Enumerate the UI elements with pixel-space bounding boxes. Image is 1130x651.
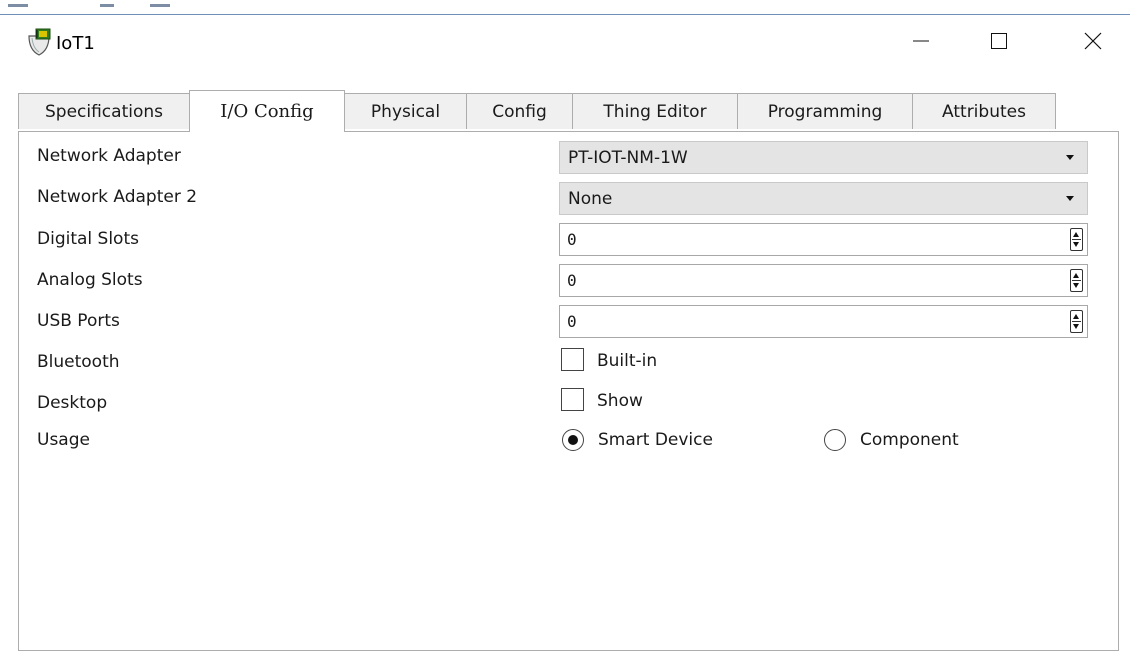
tab-label: Physical: [370, 101, 441, 122]
usb-ports-input[interactable]: [560, 306, 1057, 337]
desktop-label: Desktop: [37, 393, 108, 413]
analog-slots-spinbox: [559, 264, 1088, 297]
spinner-arrows-icon[interactable]: [1070, 269, 1083, 292]
usage-smart-device-label: Smart Device: [598, 430, 713, 450]
tab-label: Thing Editor: [603, 101, 707, 122]
analog-slots-label: Analog Slots: [37, 270, 143, 290]
tab-io-config[interactable]: I/O Config: [189, 90, 345, 132]
close-button[interactable]: [1070, 23, 1116, 63]
spinner-arrows-icon[interactable]: [1070, 228, 1083, 251]
tab-thing-editor[interactable]: Thing Editor: [572, 93, 738, 129]
digital-slots-label: Digital Slots: [37, 229, 139, 249]
tab-strip: Specifications I/O Config Physical Confi…: [18, 90, 1108, 132]
close-icon: [1083, 31, 1103, 56]
tab-label: I/O Config: [220, 101, 314, 122]
network-adapter-value: PT-IOT-NM-1W: [568, 147, 688, 168]
maximize-icon: [989, 31, 1009, 56]
tab-label: Programming: [767, 101, 883, 122]
analog-slots-input[interactable]: [560, 265, 1057, 296]
tab-label: Config: [492, 101, 547, 122]
tab-label: Specifications: [44, 101, 163, 122]
bluetooth-option-label: Built-in: [597, 351, 658, 371]
maximize-button[interactable]: [976, 23, 1022, 63]
spinner-arrows-icon[interactable]: [1070, 310, 1083, 333]
network-adapter-2-label: Network Adapter 2: [37, 187, 198, 207]
digital-slots-input[interactable]: [560, 224, 1057, 255]
network-adapter-label: Network Adapter: [37, 146, 181, 166]
top-edge-fragment: [150, 4, 170, 7]
title-bar[interactable]: IoT1: [0, 15, 1130, 73]
digital-slots-spinbox: [559, 223, 1088, 256]
network-adapter-2-select[interactable]: None: [559, 182, 1088, 215]
usage-smart-device-radio[interactable]: [562, 429, 584, 451]
desktop-option-label: Show: [597, 391, 643, 411]
tab-attributes[interactable]: Attributes: [912, 93, 1056, 129]
usb-ports-spinbox: [559, 305, 1088, 338]
chevron-down-icon: [1066, 196, 1074, 201]
minimize-button[interactable]: [898, 23, 944, 63]
tab-specifications[interactable]: Specifications: [18, 93, 190, 129]
bluetooth-builtin-checkbox[interactable]: [561, 348, 584, 371]
network-adapter-2-value: None: [568, 188, 613, 209]
network-adapter-select[interactable]: PT-IOT-NM-1W: [559, 141, 1088, 174]
tab-programming[interactable]: Programming: [737, 93, 913, 129]
radio-selected-dot: [568, 435, 578, 445]
usb-ports-label: USB Ports: [37, 311, 120, 331]
top-edge-fragment: [8, 4, 28, 7]
iot-device-icon: [26, 28, 52, 58]
chevron-down-icon: [1066, 155, 1074, 160]
usage-component-radio[interactable]: [824, 429, 846, 451]
usage-label: Usage: [37, 430, 90, 450]
tab-label: Attributes: [942, 101, 1026, 122]
tab-config[interactable]: Config: [466, 93, 573, 129]
window-title: IoT1: [56, 33, 95, 54]
usage-component-label: Component: [860, 430, 959, 450]
window-top-edge: [0, 0, 1130, 15]
tab-physical[interactable]: Physical: [344, 93, 467, 129]
bluetooth-label: Bluetooth: [37, 352, 120, 372]
minimize-icon: [911, 31, 931, 56]
desktop-show-checkbox[interactable]: [561, 388, 584, 411]
iot-device-window: IoT1 Specifications I/O Config Physical …: [0, 0, 1130, 651]
top-edge-fragment: [100, 4, 114, 7]
